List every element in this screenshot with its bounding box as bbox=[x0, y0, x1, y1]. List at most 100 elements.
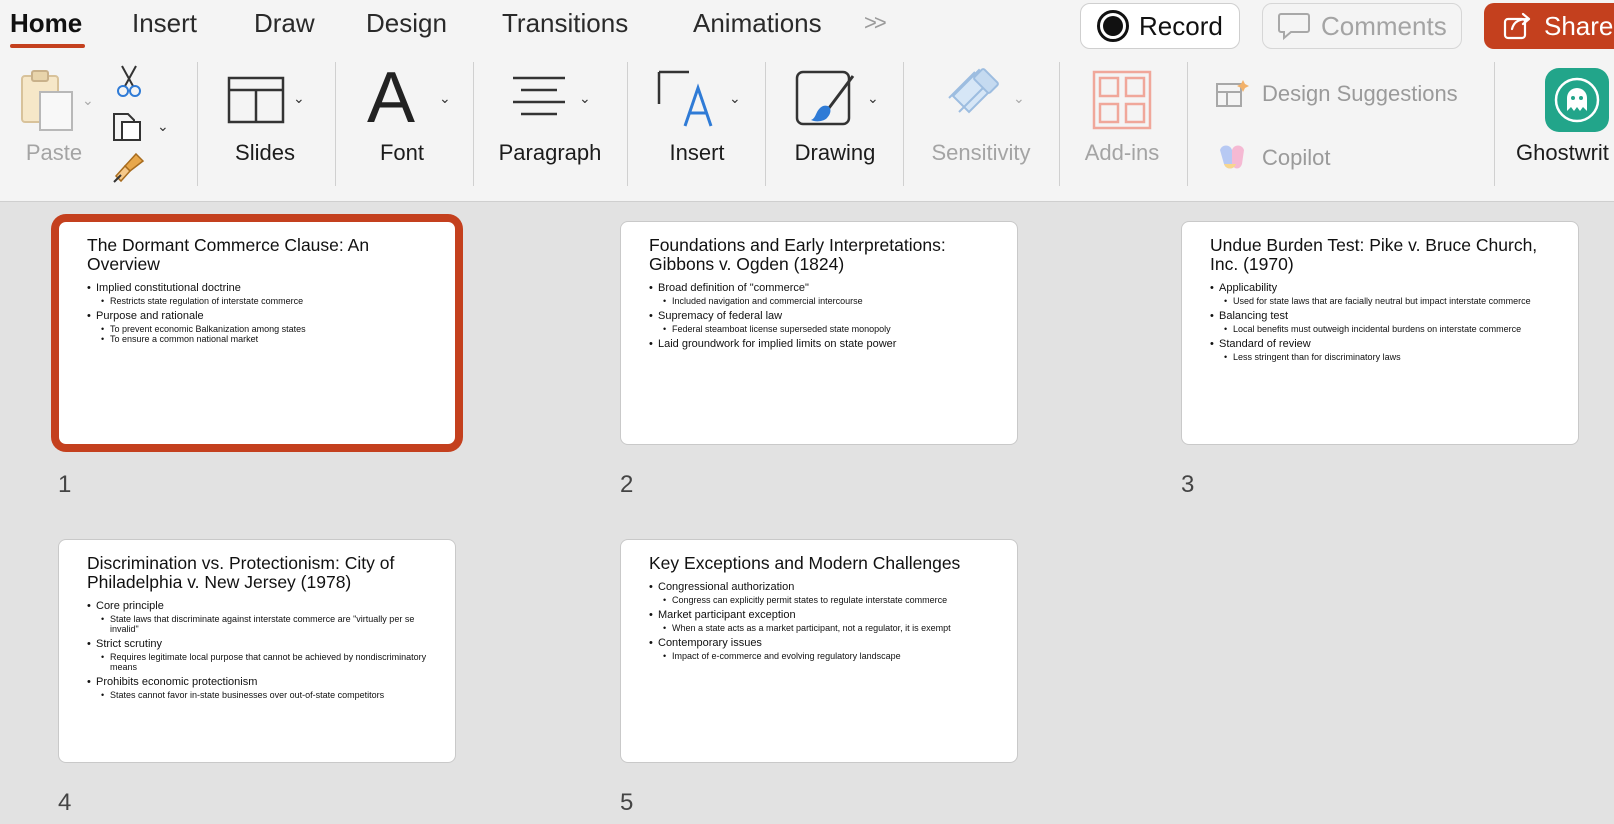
slide-thumbnail-5[interactable]: Key Exceptions and Modern Challenges Cong… bbox=[620, 539, 1018, 763]
design-suggestions-label: Design Suggestions bbox=[1262, 81, 1458, 106]
slide-sub-bullet: To ensure a common national market bbox=[87, 334, 427, 344]
slide-sub-bullet: Used for state laws that are facially ne… bbox=[1210, 296, 1550, 306]
slide-number: 4 bbox=[58, 789, 72, 816]
slide-sub-bullet: Local benefits must outweigh incidental … bbox=[1210, 324, 1550, 334]
slide-sub-bullet: Less stringent than for discriminatory l… bbox=[1210, 352, 1550, 362]
paragraph-align-icon bbox=[509, 74, 569, 129]
copilot-button[interactable]: Copilot bbox=[1214, 142, 1330, 174]
addins-label: Add-ins bbox=[1084, 140, 1160, 165]
slide-bullet: Strict scrutiny bbox=[87, 638, 427, 651]
slide-sub-bullet-list: Federal steamboat license superseded sta… bbox=[649, 324, 989, 334]
tab-insert[interactable]: Insert bbox=[132, 8, 197, 39]
font-icon: A bbox=[367, 58, 416, 138]
tab-animations[interactable]: Animations bbox=[693, 8, 822, 39]
font-group[interactable]: A ⌄ Font bbox=[343, 52, 473, 202]
slide-number: 2 bbox=[620, 471, 634, 498]
scissors-icon[interactable] bbox=[114, 64, 144, 105]
slide-sub-bullet: Included navigation and commercial inter… bbox=[649, 296, 989, 306]
copilot-label: Copilot bbox=[1262, 145, 1331, 170]
slide-sub-bullet-list: Less stringent than for discriminatory l… bbox=[1210, 352, 1550, 362]
drawing-brush-icon bbox=[793, 68, 859, 135]
record-button[interactable]: Record bbox=[1080, 3, 1240, 49]
ghostwriter-label: Ghostwrit bbox=[1516, 140, 1609, 165]
slide-bullet: Balancing test bbox=[1210, 310, 1550, 323]
slide-thumbnail-2[interactable]: Foundations and Early Interpretations: G… bbox=[620, 221, 1018, 445]
font-label: Font bbox=[379, 140, 425, 165]
slide-number: 1 bbox=[58, 471, 72, 498]
more-tabs-chevron-icon[interactable]: >> bbox=[864, 10, 887, 36]
slide-bullet-list: ApplicabilityUsed for state laws that ar… bbox=[1210, 282, 1550, 362]
slide-bullet-list: Broad definition of "commerce"Included n… bbox=[649, 282, 989, 351]
share-icon bbox=[1503, 12, 1531, 40]
slide-bullet: Market participant exception bbox=[649, 609, 989, 622]
slide-sub-bullet-list: Impact of e-commerce and evolving regula… bbox=[649, 651, 989, 661]
slide-sub-bullet-list: Restricts state regulation of interstate… bbox=[87, 296, 427, 306]
drawing-group[interactable]: ⌄ Drawing bbox=[773, 52, 903, 202]
font-dropdown-chevron-icon[interactable]: ⌄ bbox=[439, 90, 451, 107]
slide-sub-bullet-list: Congress can explicitly permit states to… bbox=[649, 595, 989, 605]
format-painter-icon[interactable] bbox=[112, 152, 146, 189]
slide-sub-bullet: Congress can explicitly permit states to… bbox=[649, 595, 989, 605]
slides-group[interactable]: ⌄ Slides bbox=[205, 52, 325, 202]
insert-group[interactable]: ⌄ Insert bbox=[635, 52, 765, 202]
slide-layout-icon bbox=[227, 76, 285, 129]
addins-grid-icon bbox=[1092, 70, 1152, 135]
addins-group[interactable]: Add-ins bbox=[1067, 52, 1177, 202]
tab-transitions[interactable]: Transitions bbox=[502, 8, 628, 39]
slide-sub-bullet-list: Included navigation and commercial inter… bbox=[649, 296, 989, 306]
slide-sub-bullet-list: State laws that discriminate against int… bbox=[87, 614, 427, 634]
copilot-icon bbox=[1220, 145, 1244, 169]
share-button[interactable]: Share bbox=[1484, 3, 1614, 49]
slide-bullet-list: Congressional authorizationCongress can … bbox=[649, 581, 989, 661]
copy-icon[interactable] bbox=[112, 110, 146, 147]
copy-dropdown-chevron-icon[interactable]: ⌄ bbox=[157, 118, 169, 135]
slide-bullet-list: Implied constitutional doctrineRestricts… bbox=[87, 282, 427, 344]
slide-thumbnail-1[interactable]: The Dormant Commerce Clause: An Overview… bbox=[58, 221, 456, 445]
paragraph-dropdown-chevron-icon[interactable]: ⌄ bbox=[579, 90, 591, 107]
paste-dropdown-chevron-icon[interactable]: ⌄ bbox=[82, 92, 94, 109]
active-tab-indicator bbox=[10, 44, 85, 48]
design-ideas-icon bbox=[1216, 80, 1249, 107]
slide-sub-bullet-list: When a state acts as a market participan… bbox=[649, 623, 989, 633]
record-label: Record bbox=[1139, 10, 1223, 41]
sensitivity-dropdown-chevron-icon[interactable]: ⌄ bbox=[1013, 90, 1025, 107]
slide-sub-bullet-list: Used for state laws that are facially ne… bbox=[1210, 296, 1550, 306]
slide-sub-bullet: State laws that discriminate against int… bbox=[87, 614, 427, 634]
ghostwriter-icon[interactable] bbox=[1545, 68, 1609, 132]
slide-bullet: Purpose and rationale bbox=[87, 310, 427, 323]
sensitivity-label-icon bbox=[945, 68, 1007, 135]
drawing-dropdown-chevron-icon[interactable]: ⌄ bbox=[867, 90, 879, 107]
sensitivity-group[interactable]: ⌄ Sensitivity bbox=[911, 52, 1051, 202]
insert-textbox-icon bbox=[655, 68, 721, 135]
paste-icon[interactable] bbox=[18, 68, 78, 137]
slide-sub-bullet: Restricts state regulation of interstate… bbox=[87, 296, 427, 306]
slide-thumbnail-4[interactable]: Discrimination vs. Protectionism: City o… bbox=[58, 539, 456, 763]
comment-bubble-icon bbox=[1278, 13, 1310, 41]
sensitivity-label: Sensitivity bbox=[931, 140, 1031, 165]
slide-title: Undue Burden Test: Pike v. Bruce Church,… bbox=[1210, 235, 1538, 274]
tab-home[interactable]: Home bbox=[10, 8, 82, 39]
design-suggestions-button[interactable]: Design Suggestions bbox=[1214, 78, 1458, 110]
paragraph-group[interactable]: ⌄ Paragraph bbox=[481, 52, 626, 202]
slide-title: Key Exceptions and Modern Challenges bbox=[649, 553, 961, 573]
paste-label: Paste bbox=[25, 140, 83, 165]
slides-dropdown-chevron-icon[interactable]: ⌄ bbox=[293, 90, 305, 107]
tab-design[interactable]: Design bbox=[366, 8, 447, 39]
ribbon-toolbar: ⌄ Paste ⌄ ⌄ Slides A ⌄ Font ⌄ Paragraph … bbox=[0, 52, 1614, 202]
slide-bullet: Laid groundwork for implied limits on st… bbox=[649, 338, 989, 351]
slide-title: Discrimination vs. Protectionism: City o… bbox=[87, 553, 395, 592]
clipboard-group: ⌄ Paste ⌄ bbox=[0, 52, 190, 202]
slide-title: Foundations and Early Interpretations: G… bbox=[649, 235, 946, 274]
slide-title: The Dormant Commerce Clause: An Overview bbox=[87, 235, 370, 274]
slide-bullet: Contemporary issues bbox=[649, 637, 989, 650]
slide-thumbnail-3[interactable]: Undue Burden Test: Pike v. Bruce Church,… bbox=[1181, 221, 1579, 445]
slide-sub-bullet: Impact of e-commerce and evolving regula… bbox=[649, 651, 989, 661]
comments-button[interactable]: Comments bbox=[1262, 3, 1462, 49]
slide-bullet: Applicability bbox=[1210, 282, 1550, 295]
insert-dropdown-chevron-icon[interactable]: ⌄ bbox=[729, 90, 741, 107]
tab-draw[interactable]: Draw bbox=[254, 8, 315, 39]
slide-bullet: Core principle bbox=[87, 600, 427, 613]
slide-sub-bullet-list: Requires legitimate local purpose that c… bbox=[87, 652, 427, 672]
slide-sub-bullet: To prevent economic Balkanization among … bbox=[87, 324, 427, 334]
comments-label: Comments bbox=[1321, 10, 1447, 41]
